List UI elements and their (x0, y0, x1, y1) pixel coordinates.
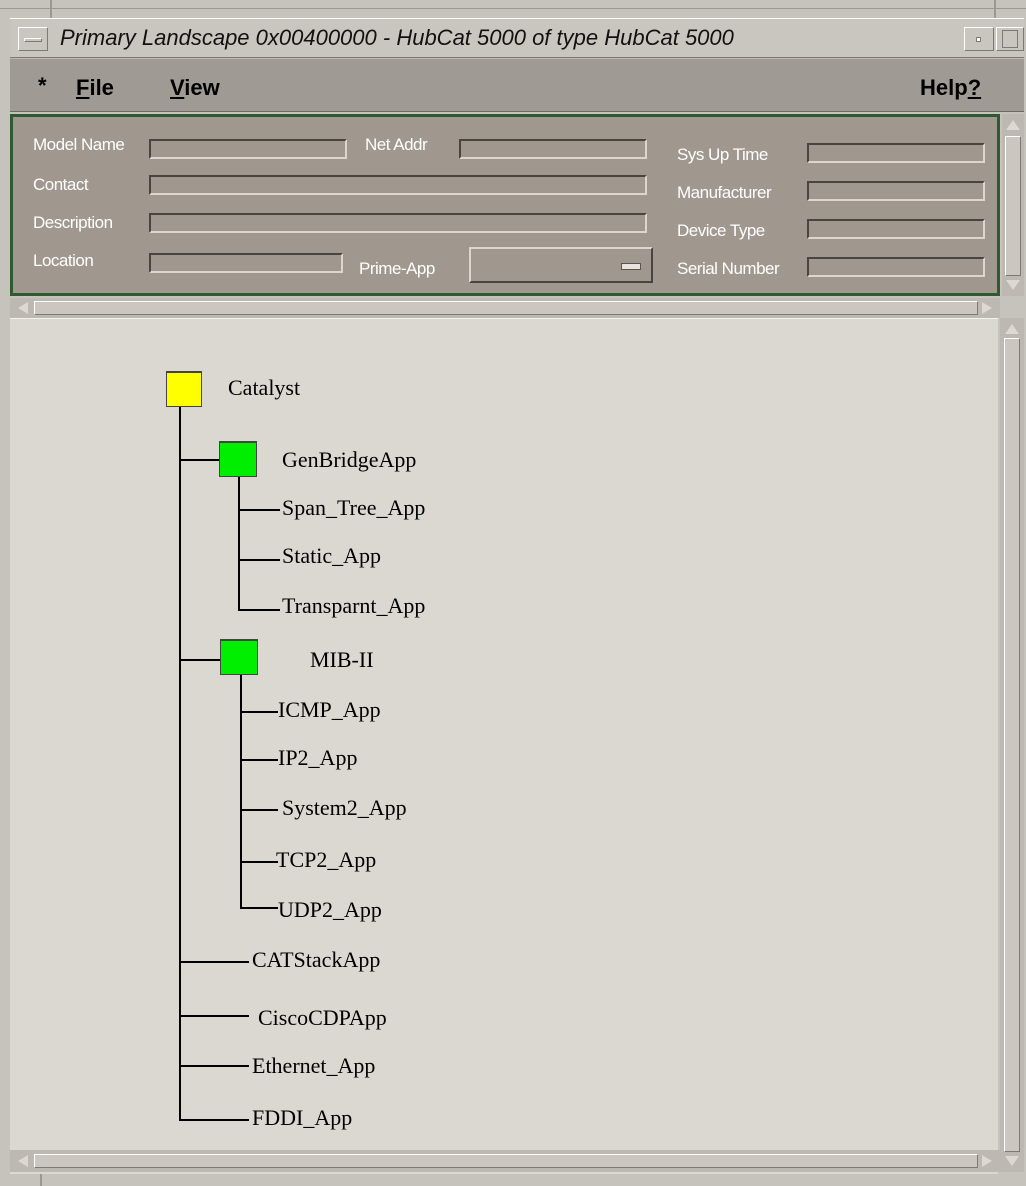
tree-branch-line (179, 1015, 249, 1017)
menu-file-accel: F (76, 75, 90, 100)
menu-file-label: ile (89, 75, 114, 100)
menu-view[interactable]: View (170, 75, 220, 101)
desktop-line (994, 0, 996, 18)
tree-branch-line (179, 459, 221, 461)
tree-label-ethernet-app[interactable]: Ethernet_App (252, 1053, 375, 1079)
tree-vertical-scrollbar[interactable] (1000, 318, 1024, 1172)
description-label: Description (33, 213, 113, 232)
tree-node-catalyst[interactable] (166, 371, 202, 407)
device-type-label: Device Type (677, 221, 765, 240)
tree-branch-line (179, 961, 249, 963)
manufacturer-label: Manufacturer (677, 183, 772, 202)
tree-branch-line (238, 509, 280, 511)
tree-label-fddi-app[interactable]: FDDI_App (252, 1105, 352, 1131)
menu-bar: * File View Help? (10, 58, 1024, 112)
menu-star[interactable]: * (38, 73, 47, 99)
tree-branch-line (240, 809, 278, 811)
scroll-up-arrow-icon[interactable] (1005, 324, 1019, 334)
contact-label: Contact (33, 175, 89, 194)
scroll-thumb[interactable] (1004, 338, 1020, 1152)
tree-label-udp2-app[interactable]: UDP2_App (278, 897, 382, 923)
description-field[interactable] (149, 213, 647, 233)
scroll-right-arrow-icon[interactable] (982, 1155, 992, 1167)
window-title-bar[interactable]: Primary Landscape 0x00400000 - HubCat 50… (10, 18, 1024, 58)
maximize-button[interactable] (996, 27, 1024, 51)
tree-label-ciscocdpapp[interactable]: CiscoCDPApp (258, 1005, 387, 1031)
tree-branch-line (179, 1119, 249, 1121)
scroll-left-arrow-icon[interactable] (18, 302, 28, 314)
manufacturer-field[interactable] (807, 181, 985, 201)
serial-number-label: Serial Number (677, 259, 780, 278)
desktop-line (50, 0, 52, 18)
scroll-right-arrow-icon[interactable] (982, 302, 992, 314)
menu-view-accel: V (170, 75, 185, 100)
dropdown-indicator-icon (621, 263, 641, 270)
tree-label-genbridgeapp[interactable]: GenBridgeApp (282, 447, 416, 473)
tree-label-static-app[interactable]: Static_App (282, 543, 381, 569)
tree-branch-line (238, 559, 280, 561)
menu-help-label: Help (920, 75, 968, 100)
info-horizontal-scrollbar[interactable] (10, 298, 1000, 318)
scroll-up-arrow-icon[interactable] (1006, 120, 1020, 130)
menu-help-accel: ? (967, 75, 982, 100)
contact-field[interactable] (149, 175, 647, 195)
tree-branch-line (240, 907, 278, 909)
tree-node-genbridgeapp[interactable] (219, 441, 257, 477)
tree-branch-line (240, 759, 278, 761)
tree-label-ip2-app[interactable]: IP2_App (278, 745, 357, 771)
location-field[interactable] (149, 253, 343, 273)
scroll-down-arrow-icon[interactable] (1006, 280, 1020, 290)
prime-app-dropdown[interactable] (469, 247, 653, 283)
menu-help[interactable]: Help? (920, 75, 981, 101)
tree-label-catalyst[interactable]: Catalyst (228, 375, 300, 401)
tree-label-system2-app[interactable]: System2_App (282, 795, 407, 821)
serial-number-field[interactable] (807, 257, 985, 277)
menu-view-label: iew (184, 75, 220, 100)
application-tree-view: Catalyst GenBridgeApp Span_Tree_App Stat… (10, 318, 998, 1174)
tree-branch-line (240, 711, 278, 713)
scroll-thumb[interactable] (1005, 136, 1021, 276)
sys-up-time-field[interactable] (807, 143, 985, 163)
tree-branch-line (240, 861, 278, 863)
window-title: Primary Landscape 0x00400000 - HubCat 50… (60, 25, 734, 50)
scroll-thumb[interactable] (34, 301, 978, 315)
minimize-button[interactable] (964, 27, 994, 51)
tree-label-transparnt-app[interactable]: Transparnt_App (282, 593, 425, 619)
prime-app-label: Prime-App (359, 259, 435, 278)
scroll-down-arrow-icon[interactable] (1005, 1156, 1019, 1166)
tree-horizontal-scrollbar[interactable] (10, 1150, 1000, 1172)
tree-label-mib-ii[interactable]: MIB-II (310, 647, 374, 673)
sys-up-time-label: Sys Up Time (677, 145, 768, 164)
window-menu-button[interactable] (18, 27, 48, 51)
tree-node-mib-ii[interactable] (220, 639, 258, 675)
desktop-line (40, 1174, 42, 1186)
model-name-label: Model Name (33, 135, 125, 154)
desktop-line (0, 8, 1026, 9)
net-addr-label: Net Addr (365, 135, 428, 154)
device-type-field[interactable] (807, 219, 985, 239)
device-info-panel: Model Name Net Addr Sys Up Time Contact … (10, 114, 1000, 296)
tree-branch-line (179, 1065, 249, 1067)
scroll-left-arrow-icon[interactable] (18, 1155, 28, 1167)
net-addr-field[interactable] (459, 139, 647, 159)
menu-file[interactable]: File (76, 75, 114, 101)
tree-label-span-tree-app[interactable]: Span_Tree_App (282, 495, 425, 521)
tree-trunk-line (179, 407, 181, 1121)
tree-label-icmp-app[interactable]: ICMP_App (278, 697, 381, 723)
scroll-thumb[interactable] (34, 1154, 978, 1168)
model-name-field[interactable] (149, 139, 347, 159)
tree-subtrunk-line (238, 477, 240, 611)
location-label: Location (33, 251, 94, 270)
tree-label-tcp2-app[interactable]: TCP2_App (276, 847, 376, 873)
tree-branch-line (238, 609, 280, 611)
tree-branch-line (179, 659, 221, 661)
tree-label-catstackapp[interactable]: CATStackApp (252, 947, 380, 973)
info-vertical-scrollbar[interactable] (1002, 114, 1024, 296)
